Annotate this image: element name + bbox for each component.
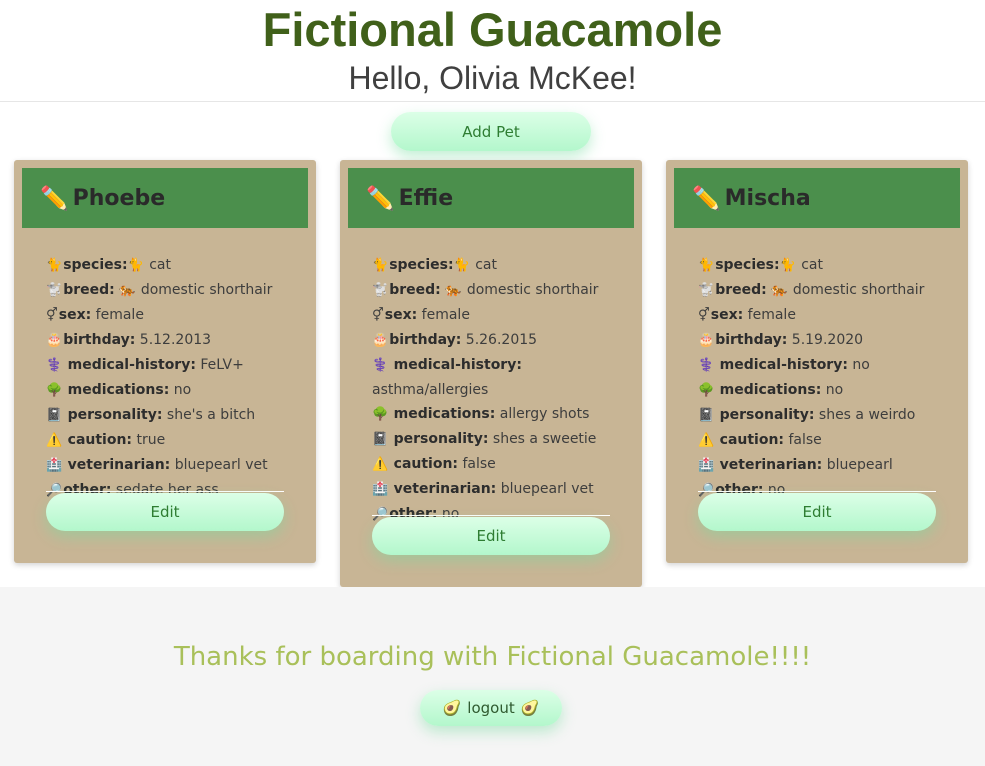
warning-icon: ⚠️ xyxy=(698,433,715,448)
cat-icon: 🐈 xyxy=(372,258,389,273)
hospital-icon: 🏥 xyxy=(698,458,715,473)
edit-button[interactable]: Edit xyxy=(372,517,610,555)
poodle-icon: 🐩 xyxy=(46,283,63,298)
field-medications: 🌳 medications: allergy shots xyxy=(372,406,590,422)
logout-label: logout xyxy=(467,699,515,717)
hospital-icon: 🏥 xyxy=(46,458,63,473)
field-species: 🐈species:🐈 cat xyxy=(46,257,171,273)
gender-icon: ⚥ xyxy=(698,308,710,323)
field-species: 🐈species:🐈 cat xyxy=(372,257,497,273)
cake-icon: 🎂 xyxy=(698,333,715,348)
field-caution: ⚠️ caution: false xyxy=(698,432,822,448)
page-footer: Thanks for boarding with Fictional Guaca… xyxy=(0,587,985,766)
pet-card-mischa: ✏️ Mischa 🐈species:🐈 cat 🐩breed: 🐅 domes… xyxy=(666,160,968,563)
pet-card-effie: ✏️ Effie 🐈species:🐈 cat 🐩breed: 🐅 domest… xyxy=(340,160,642,587)
divider xyxy=(46,491,284,492)
tiger-icon: 🐅 xyxy=(445,283,462,298)
tree-icon: 🌳 xyxy=(698,383,715,398)
pet-name: Effie xyxy=(398,185,454,211)
pet-name: Phoebe xyxy=(72,185,166,211)
edit-button[interactable]: Edit xyxy=(46,493,284,531)
avocado-icon: 🥑 xyxy=(520,699,540,717)
field-breed: 🐩breed: 🐅 domestic shorthair xyxy=(698,282,925,298)
field-veterinarian: 🏥 veterinarian: bluepearl vet xyxy=(372,481,594,497)
field-species: 🐈species:🐈 cat xyxy=(698,257,823,273)
notebook-icon: 📓 xyxy=(46,408,63,423)
cat-icon: 🐈 xyxy=(698,258,715,273)
field-personality: 📓 personality: shes a weirdo xyxy=(698,407,916,423)
tiger-icon: 🐅 xyxy=(119,283,136,298)
pencil-icon[interactable]: ✏️ xyxy=(40,185,69,212)
thanks-message: Thanks for boarding with Fictional Guaca… xyxy=(173,642,812,672)
cat-icon: 🐈 xyxy=(127,258,144,273)
pencil-icon[interactable]: ✏️ xyxy=(692,185,721,212)
notebook-icon: 📓 xyxy=(698,408,715,423)
notebook-icon: 📓 xyxy=(372,432,389,447)
field-medical-history: ⚕️ medical-history: asthma/allergies xyxy=(372,357,522,398)
page-header: Fictional Guacamole Hello, Olivia McKee! xyxy=(0,0,985,102)
cat-icon: 🐈 xyxy=(46,258,63,273)
field-medications: 🌳 medications: no xyxy=(46,382,192,398)
field-personality: 📓 personality: she's a bitch xyxy=(46,407,256,423)
poodle-icon: 🐩 xyxy=(698,283,715,298)
field-breed: 🐩breed: 🐅 domestic shorthair xyxy=(46,282,273,298)
cat-icon: 🐈 xyxy=(779,258,796,273)
pet-card-header: ✏️ Effie xyxy=(348,168,634,228)
field-breed: 🐩breed: 🐅 domestic shorthair xyxy=(372,282,599,298)
cake-icon: 🎂 xyxy=(46,333,63,348)
poodle-icon: 🐩 xyxy=(372,283,389,298)
field-personality: 📓 personality: shes a sweetie xyxy=(372,431,597,447)
tree-icon: 🌳 xyxy=(46,383,63,398)
add-pet-button[interactable]: Add Pet xyxy=(391,112,591,151)
field-birthday: 🎂birthday: 5.12.2013 xyxy=(46,332,212,348)
medical-icon: ⚕️ xyxy=(372,358,389,373)
field-caution: ⚠️ caution: false xyxy=(372,456,496,472)
warning-icon: ⚠️ xyxy=(372,457,389,472)
field-birthday: 🎂birthday: 5.19.2020 xyxy=(698,332,864,348)
hospital-icon: 🏥 xyxy=(372,482,389,497)
app-title: Fictional Guacamole xyxy=(262,3,723,56)
field-medical-history: ⚕️ medical-history: no xyxy=(698,357,870,373)
pet-details: 🐈species:🐈 cat 🐩breed: 🐅 domestic shorth… xyxy=(46,253,286,503)
medical-icon: ⚕️ xyxy=(698,358,715,373)
field-birthday: 🎂birthday: 5.26.2015 xyxy=(372,332,538,348)
pet-card-header: ✏️ Mischa xyxy=(674,168,960,228)
pet-details: 🐈species:🐈 cat 🐩breed: 🐅 domestic shorth… xyxy=(372,253,612,527)
field-sex: ⚥sex: female xyxy=(372,307,470,323)
field-caution: ⚠️ caution: true xyxy=(46,432,166,448)
pet-details: 🐈species:🐈 cat 🐩breed: 🐅 domestic shorth… xyxy=(698,253,938,503)
pet-card-phoebe: ✏️ Phoebe 🐈species:🐈 cat 🐩breed: 🐅 domes… xyxy=(14,160,316,563)
divider xyxy=(698,491,936,492)
tree-icon: 🌳 xyxy=(372,407,389,422)
field-sex: ⚥sex: female xyxy=(698,307,796,323)
pet-name: Mischa xyxy=(724,185,811,211)
pencil-icon[interactable]: ✏️ xyxy=(366,185,395,212)
field-veterinarian: 🏥 veterinarian: bluepearl xyxy=(698,457,893,473)
divider xyxy=(372,515,610,516)
logout-button[interactable]: 🥑 logout 🥑 xyxy=(420,690,562,726)
tiger-icon: 🐅 xyxy=(771,283,788,298)
medical-icon: ⚕️ xyxy=(46,358,63,373)
field-medications: 🌳 medications: no xyxy=(698,382,844,398)
field-veterinarian: 🏥 veterinarian: bluepearl vet xyxy=(46,457,268,473)
warning-icon: ⚠️ xyxy=(46,433,63,448)
edit-button[interactable]: Edit xyxy=(698,493,936,531)
pet-card-header: ✏️ Phoebe xyxy=(22,168,308,228)
avocado-icon: 🥑 xyxy=(442,699,462,717)
greeting: Hello, Olivia McKee! xyxy=(348,60,637,96)
gender-icon: ⚥ xyxy=(372,308,384,323)
field-sex: ⚥sex: female xyxy=(46,307,144,323)
field-medical-history: ⚕️ medical-history: FeLV+ xyxy=(46,357,244,373)
gender-icon: ⚥ xyxy=(46,308,58,323)
cake-icon: 🎂 xyxy=(372,333,389,348)
cat-icon: 🐈 xyxy=(453,258,470,273)
